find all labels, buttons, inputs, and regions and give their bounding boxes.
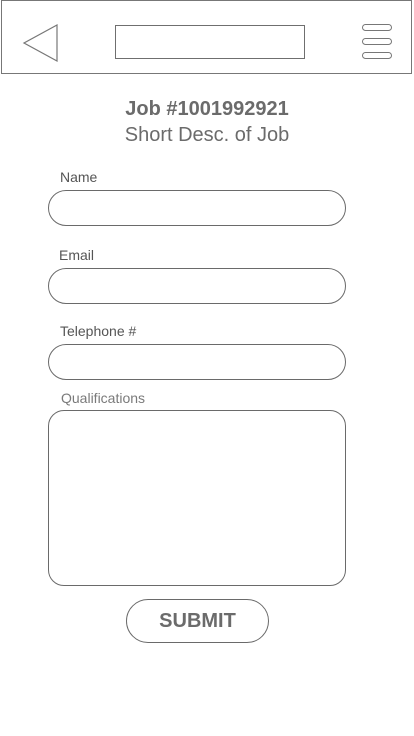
- menu-bar: [362, 24, 392, 31]
- telephone-field[interactable]: [48, 344, 346, 380]
- name-label: Name: [60, 169, 98, 185]
- menu-bar: [362, 38, 392, 45]
- qualifications-label: Qualifications: [61, 390, 146, 406]
- name-field[interactable]: [48, 190, 346, 226]
- back-button[interactable]: [22, 23, 60, 63]
- email-label: Email: [59, 247, 95, 263]
- telephone-label: Telephone #: [60, 323, 137, 339]
- back-triangle-icon: [22, 23, 58, 63]
- job-title: Job #1001992921: [125, 98, 289, 120]
- header-search-input[interactable]: [115, 25, 305, 59]
- menu-button[interactable]: [362, 24, 395, 62]
- qualifications-field[interactable]: [48, 410, 346, 586]
- job-description: Short Desc. of Job: [124, 124, 290, 146]
- email-field[interactable]: [48, 268, 346, 304]
- submit-button[interactable]: SUBMIT: [126, 599, 269, 643]
- menu-bar: [362, 52, 392, 59]
- top-app-bar: [1, 0, 412, 74]
